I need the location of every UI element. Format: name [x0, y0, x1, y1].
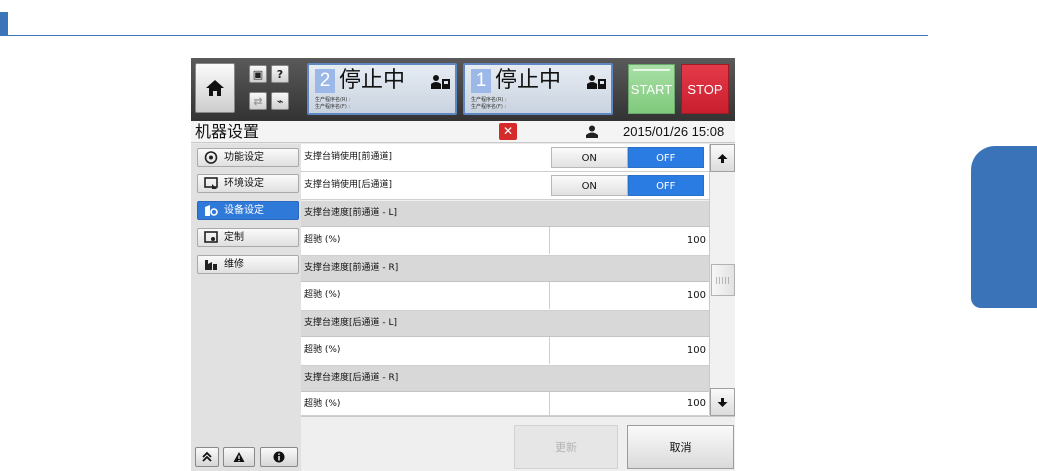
- page-title: 机器设置: [195, 122, 260, 141]
- sidebar: 功能设定 环境设定 设备设定 定制 维修: [191, 144, 301, 471]
- toggle-on-button[interactable]: ON: [551, 147, 628, 168]
- section-marker: [0, 12, 8, 36]
- override-value-field[interactable]: 100: [549, 227, 709, 254]
- scroll-up-button[interactable]: [710, 144, 735, 172]
- device-icon: [205, 205, 218, 216]
- setting-label: 超驰 (%): [304, 345, 341, 355]
- screen-mode-button[interactable]: ▣: [249, 65, 267, 83]
- top-bar: ▣ ? ⇄ ⌁ 2 停止中 生产程序名(R) : 生产程序名(F) : 1 停止…: [191, 58, 735, 121]
- setting-row-value: 超驰 (%) 100: [301, 392, 709, 416]
- sidebar-item-device[interactable]: 设备设定: [197, 201, 299, 220]
- group-header: 支撑台速度[前通道 - L]: [301, 201, 709, 227]
- user-icon: [586, 125, 598, 138]
- setting-row-value: 超驰 (%) 100: [301, 282, 709, 311]
- group-header-label: 支撑台速度[前通道 - R]: [304, 263, 399, 273]
- override-value: 100: [686, 398, 706, 409]
- arrow-up-icon: [717, 153, 728, 163]
- help-button[interactable]: ?: [271, 65, 289, 83]
- group-header: 支撑台速度[后通道 - L]: [301, 311, 709, 337]
- group-header: 支撑台速度[后通道 - R]: [301, 366, 709, 392]
- override-value: 100: [686, 290, 706, 301]
- sidebar-item-label: 设备设定: [224, 205, 264, 216]
- home-icon: [206, 80, 224, 96]
- maintenance-icon: [205, 260, 217, 270]
- start-button[interactable]: START: [628, 64, 675, 114]
- action-footer: 更新 取消: [301, 416, 735, 471]
- operator-icon: [587, 75, 606, 89]
- function-icon: [204, 151, 218, 164]
- settings-content: 支撑台销使用[前通道] ON OFF 支撑台销使用[后通道] ON OFF 支撑…: [301, 144, 735, 471]
- sidebar-item-custom[interactable]: 定制: [197, 228, 299, 247]
- info-icon: [273, 451, 285, 463]
- setting-row-value: 超驰 (%) 100: [301, 337, 709, 366]
- toggle-on-button[interactable]: ON: [551, 175, 628, 196]
- lane-program-front: 生产程序名(R) :: [315, 97, 351, 103]
- warning-button[interactable]: [223, 447, 255, 467]
- lane-program-front: 生产程序名(R) :: [471, 97, 507, 103]
- group-header-label: 支撑台速度[后通道 - L]: [304, 318, 398, 328]
- lane-program-rear: 生产程序名(F) :: [315, 104, 351, 110]
- lane-status: 停止中: [339, 68, 406, 93]
- override-value-field[interactable]: 100: [549, 282, 709, 309]
- override-value-field[interactable]: 100: [549, 392, 709, 416]
- setting-label: 超驰 (%): [304, 290, 341, 300]
- setting-label: 支撑台销使用[前通道]: [304, 152, 393, 162]
- toggle-off-button[interactable]: OFF: [627, 175, 704, 196]
- lane-panel-1[interactable]: 1 停止中 生产程序名(R) : 生产程序名(F) :: [463, 63, 613, 115]
- on-off-toggle[interactable]: ON OFF: [551, 147, 704, 168]
- arrow-down-icon: [717, 397, 728, 407]
- setting-row-toggle: 支撑台销使用[后通道] ON OFF: [301, 172, 709, 200]
- update-button[interactable]: 更新: [514, 425, 618, 469]
- on-off-toggle[interactable]: ON OFF: [551, 175, 704, 196]
- group-header-label: 支撑台速度[后通道 - R]: [304, 373, 399, 383]
- section-rule: [8, 35, 928, 36]
- setting-label: 超驰 (%): [304, 235, 341, 245]
- lane-number: 2: [315, 69, 335, 93]
- override-value: 100: [686, 235, 706, 246]
- setting-row-toggle: 支撑台销使用[前通道] ON OFF: [301, 144, 709, 172]
- close-button[interactable]: ✕: [499, 123, 517, 140]
- sidebar-item-label: 定制: [224, 232, 244, 243]
- double-chevron-up-icon: [202, 451, 212, 462]
- setting-label: 超驰 (%): [304, 399, 341, 409]
- scroll-down-button[interactable]: [710, 388, 735, 416]
- connection-button[interactable]: ⌁: [271, 92, 289, 110]
- toggle-off-button[interactable]: OFF: [627, 147, 704, 168]
- sidebar-item-label: 环境设定: [224, 178, 264, 189]
- custom-icon: [204, 231, 218, 243]
- stop-button[interactable]: STOP: [681, 64, 729, 114]
- sidebar-item-function[interactable]: 功能设定: [197, 148, 299, 167]
- override-value-field[interactable]: 100: [549, 337, 709, 364]
- cancel-button[interactable]: 取消: [627, 425, 734, 469]
- home-button[interactable]: [195, 63, 235, 113]
- operator-icon: [431, 75, 450, 89]
- manual-page: ▣ ? ⇄ ⌁ 2 停止中 生产程序名(R) : 生产程序名(F) : 1 停止…: [0, 0, 1037, 471]
- group-header-label: 支撑台速度[前通道 - L]: [304, 208, 398, 218]
- warning-icon: [233, 452, 245, 462]
- lane-number: 1: [471, 69, 491, 93]
- transfer-button[interactable]: ⇄: [249, 92, 267, 110]
- info-button[interactable]: [260, 447, 298, 467]
- setting-row-value: 超驰 (%) 100: [301, 227, 709, 256]
- setting-label: 支撑台销使用[后通道]: [304, 180, 393, 190]
- chapter-tab: [971, 146, 1037, 308]
- expand-button[interactable]: [195, 447, 219, 467]
- lane-panel-2[interactable]: 2 停止中 生产程序名(R) : 生产程序名(F) :: [307, 63, 457, 115]
- sidebar-item-environment[interactable]: 环境设定: [197, 174, 299, 193]
- machine-screen: ▣ ? ⇄ ⌁ 2 停止中 生产程序名(R) : 生产程序名(F) : 1 停止…: [191, 58, 735, 471]
- override-value: 100: [686, 345, 706, 356]
- sidebar-item-label: 功能设定: [224, 152, 264, 163]
- lane-status: 停止中: [495, 68, 562, 93]
- lane-program-rear: 生产程序名(F) :: [471, 104, 507, 110]
- datetime: 2015/01/26 15:08: [623, 124, 725, 139]
- title-bar: 机器设置 ✕ 2015/01/26 15:08: [191, 121, 735, 143]
- environment-icon: [204, 177, 218, 189]
- group-header: 支撑台速度[前通道 - R]: [301, 256, 709, 282]
- scrollbar-thumb[interactable]: [711, 264, 735, 296]
- sidebar-item-maintenance[interactable]: 维修: [197, 255, 299, 274]
- sidebar-item-label: 维修: [224, 259, 244, 270]
